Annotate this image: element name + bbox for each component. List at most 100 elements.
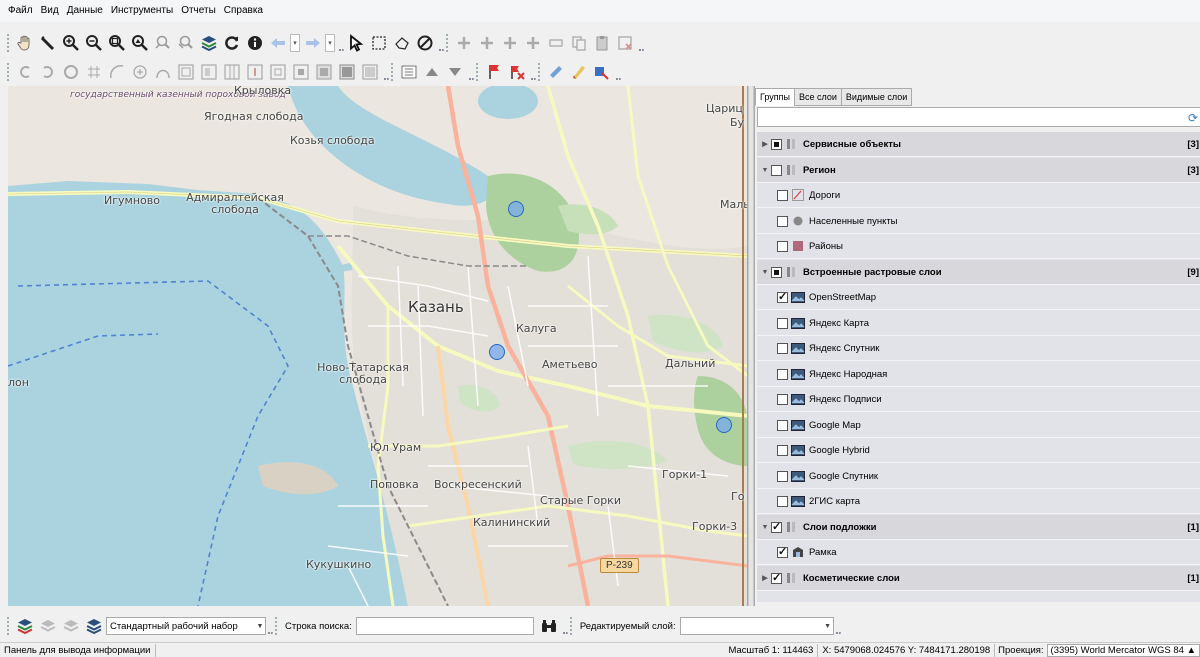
refresh-layers-icon[interactable]: ⟳	[1188, 111, 1198, 125]
toolbar-grip[interactable]	[445, 33, 449, 53]
layer-row[interactable]: Яндекс Народная	[757, 362, 1200, 387]
menu-help[interactable]: Справка	[220, 0, 267, 22]
layer-visibility-checkbox[interactable]	[777, 290, 788, 303]
menu-view[interactable]: Вид	[37, 0, 63, 22]
layer-group-row[interactable]: ▼ Регион [3]	[757, 158, 1200, 183]
tab-all-layers[interactable]: Все слои	[794, 88, 842, 106]
edit-layer-select[interactable]: ▼	[679, 617, 834, 635]
frame-icon-5[interactable]	[267, 61, 289, 83]
workset-remove-icon[interactable]	[60, 615, 82, 637]
layer-visibility-checkbox[interactable]	[777, 189, 788, 201]
arc-icon[interactable]	[106, 61, 128, 83]
toolbar-grip[interactable]	[568, 616, 573, 636]
layer-row[interactable]: Google Спутник	[757, 464, 1200, 489]
layer-row[interactable]: Яндекс Подписи	[757, 387, 1200, 412]
layer-visibility-checkbox[interactable]	[777, 317, 788, 329]
node-edit-icon[interactable]	[60, 61, 82, 83]
layer-row[interactable]: Яндекс Карта	[757, 311, 1200, 336]
layer-group-row[interactable]: ▶ Сервисные объекты [3]	[757, 132, 1200, 157]
layer-visibility-checkbox[interactable]	[777, 368, 788, 380]
zoom-in-icon[interactable]	[60, 32, 82, 54]
expand-arrow-icon[interactable]: ▶	[759, 574, 771, 582]
collapse-arrow-icon[interactable]: ▼	[759, 524, 771, 531]
measure-ruler-icon[interactable]	[37, 32, 59, 54]
settlement-point-marker[interactable]	[508, 201, 524, 217]
frame-icon-1[interactable]	[175, 61, 197, 83]
clear-selection-icon[interactable]	[414, 32, 436, 54]
settlement-point-marker[interactable]	[489, 344, 505, 360]
frame-icon-4[interactable]	[244, 61, 266, 83]
layer-group-row[interactable]: ▼ Слои подложки [1]	[757, 515, 1200, 540]
layer-visibility-checkbox[interactable]	[777, 393, 788, 405]
settlement-point-marker[interactable]	[716, 417, 732, 433]
select-poly-icon[interactable]	[391, 32, 413, 54]
copy-object-icon[interactable]	[568, 32, 590, 54]
layer-visibility-checkbox[interactable]	[771, 266, 782, 278]
toolbar-grip[interactable]	[6, 616, 10, 636]
zoom-prev-icon[interactable]	[152, 32, 174, 54]
tab-visible-layers[interactable]: Видимые слои	[840, 88, 913, 106]
workset-select[interactable]: Стандартный рабочий набор ▼	[106, 617, 266, 635]
flag-marker-icon[interactable]	[483, 61, 505, 83]
layer-visibility-checkbox[interactable]	[777, 240, 788, 252]
layer-row[interactable]: Населенные пункты	[757, 209, 1200, 234]
move-up-icon[interactable]	[421, 61, 443, 83]
layer-visibility-checkbox[interactable]	[771, 164, 782, 176]
toolbar-grip[interactable]	[537, 62, 541, 82]
frame-icon-7[interactable]	[313, 61, 335, 83]
layer-visibility-checkbox[interactable]	[771, 571, 782, 584]
add-line-icon[interactable]	[476, 32, 498, 54]
style-edit-icon[interactable]	[568, 61, 590, 83]
zoom-selection-icon[interactable]	[129, 32, 151, 54]
projection-select[interactable]: (3395) World Mercator WGS 84 ▲	[1046, 643, 1200, 657]
layer-row[interactable]: Яндекс Спутник	[757, 336, 1200, 361]
add-polygon-icon[interactable]	[499, 32, 521, 54]
menu-file[interactable]: Файл	[4, 0, 37, 22]
attribute-table-icon[interactable]	[398, 61, 420, 83]
select-rect-icon[interactable]	[368, 32, 390, 54]
refresh-icon[interactable]	[221, 32, 243, 54]
frame-icon-6[interactable]	[290, 61, 312, 83]
curve-icon[interactable]	[152, 61, 174, 83]
flag-remove-icon[interactable]	[506, 61, 528, 83]
zoom-out-icon[interactable]	[83, 32, 105, 54]
frame-icon-9[interactable]	[359, 61, 381, 83]
delete-object-icon[interactable]	[614, 32, 636, 54]
layer-visibility-checkbox[interactable]	[777, 495, 788, 507]
layer-row[interactable]: Google Hybrid	[757, 438, 1200, 463]
circle-add-icon[interactable]	[129, 61, 151, 83]
layer-visibility-checkbox[interactable]	[777, 342, 788, 354]
forward-history-dropdown[interactable]: ▾	[325, 34, 335, 52]
tab-groups[interactable]: Группы	[755, 88, 795, 106]
add-object-icon[interactable]	[522, 32, 544, 54]
zoom-extent-icon[interactable]	[106, 32, 128, 54]
frame-icon-2[interactable]	[198, 61, 220, 83]
layer-row[interactable]: Google Map	[757, 413, 1200, 438]
rotate-right-icon[interactable]	[37, 61, 59, 83]
info-icon[interactable]	[244, 32, 266, 54]
layer-visibility-checkbox[interactable]	[771, 520, 782, 533]
expand-arrow-icon[interactable]: ▶	[759, 140, 771, 148]
paste-object-icon[interactable]	[591, 32, 613, 54]
menu-data[interactable]: Данные	[63, 0, 107, 22]
layer-row[interactable]: Рамка	[757, 540, 1200, 565]
collapse-arrow-icon[interactable]: ▼	[759, 167, 771, 174]
layer-row[interactable]: 2ГИС карта	[757, 489, 1200, 514]
layer-row[interactable]: Дороги	[757, 183, 1200, 208]
toolbar-grip[interactable]	[274, 616, 278, 636]
back-arrow-icon[interactable]	[267, 32, 289, 54]
workset-save-icon[interactable]	[83, 615, 105, 637]
layer-filter-input[interactable]	[757, 107, 1200, 127]
rotate-left-icon[interactable]	[14, 61, 36, 83]
toolbar-grip[interactable]	[390, 62, 394, 82]
binoculars-icon[interactable]	[538, 615, 560, 637]
layer-row[interactable]: OpenStreetMap	[757, 285, 1200, 310]
frame-icon-3[interactable]	[221, 61, 243, 83]
layer-group-row[interactable]: ▶ Косметические слои [1]	[757, 566, 1200, 591]
move-down-icon[interactable]	[444, 61, 466, 83]
collapse-arrow-icon[interactable]: ▼	[759, 269, 771, 276]
map-canvas[interactable]: государственный казенный пороховой завод…	[8, 86, 748, 606]
layer-visibility-checkbox[interactable]	[777, 545, 788, 558]
zoom-next-icon[interactable]	[175, 32, 197, 54]
frame-icon-8[interactable]	[336, 61, 358, 83]
